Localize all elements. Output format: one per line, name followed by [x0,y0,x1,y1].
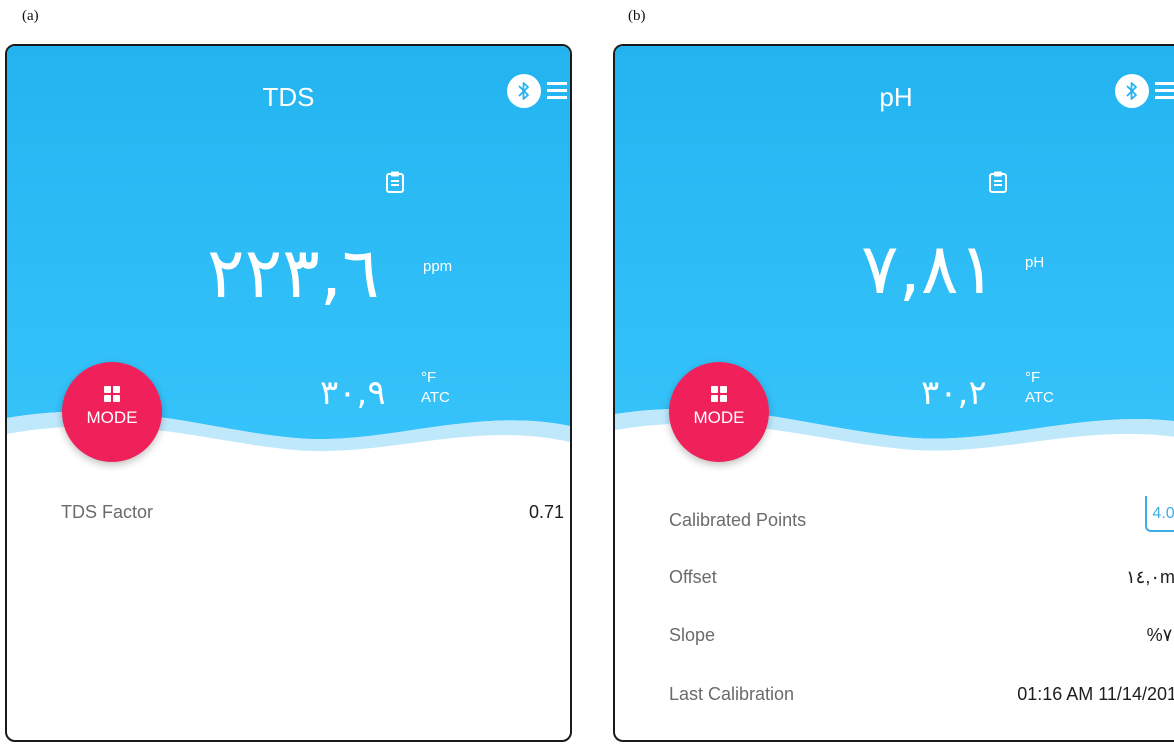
menu-icon[interactable] [547,82,567,100]
row-label: TDS Factor [61,502,154,522]
mode-button-label: MODE [693,408,745,427]
temperature-unit: °F [421,369,437,386]
reading-unit: pH [1025,254,1045,271]
grid-icon [711,386,727,402]
temperature-unit: °F [1025,369,1041,386]
row-value: 0.71 [528,502,564,522]
bluetooth-icon [1126,82,1137,100]
subfigure-label-a: (a) [22,8,39,24]
row-value: %٧,٠ [1146,625,1174,645]
menu-icon[interactable] [1155,82,1174,100]
info-row-tds-factor: TDS Factor 0.71 [61,502,570,532]
clipboard-icon[interactable] [385,170,405,194]
bluetooth-icon [518,82,529,100]
row-value: 01:16 AM 11/14/2018 [1017,684,1174,704]
info-row-calibrated-points: Calibrated Points 4.00 [669,496,1174,540]
temperature-reading: ٣٠,٩ [320,373,386,413]
atc-label: ATC [1025,389,1054,407]
reading-header: TDS ٢٢٣,٦ ppm ٣٠,٩ °F ATC MODE [7,46,570,486]
info-row-offset: Offset ١٤,٠mV [669,567,1174,597]
main-reading: ٧,٨١ [861,228,997,310]
tds-screen: TDS ٢٢٣,٦ ppm ٣٠,٩ °F ATC MODE TDS Facto… [5,44,572,742]
info-row-slope: Slope %٧,٠ [669,625,1174,655]
bluetooth-button[interactable] [1115,74,1149,108]
grid-icon [104,386,120,402]
row-label: Slope [669,625,716,645]
row-value: ١٤,٠mV [1125,567,1174,587]
temperature-reading: ٣٠,٢ [921,373,987,413]
bluetooth-button[interactable] [507,74,541,108]
row-label: Calibrated Points [669,510,807,530]
temperature-unit-block: °F ATC [1025,368,1054,409]
mode-button[interactable]: MODE [669,362,769,462]
screen-title: pH [879,82,913,112]
atc-label: ATC [421,389,450,407]
row-label: Last Calibration [669,684,795,704]
calibrated-point-badge[interactable]: 4.00 [1145,496,1174,532]
row-label: Offset [669,567,717,587]
ph-screen: pH ٧,٨١ pH ٣٠,٢ °F ATC MODE Calibrated P… [613,44,1174,742]
screen-title: TDS [262,82,315,112]
mode-button-label: MODE [86,408,138,427]
reading-header: pH ٧,٨١ pH ٣٠,٢ °F ATC MODE [615,46,1174,486]
subfigure-label-b: (b) [628,8,646,24]
reading-unit: ppm [423,258,453,275]
info-row-last-calibration: Last Calibration 01:16 AM 11/14/2018 [669,684,1174,714]
mode-button[interactable]: MODE [62,362,162,462]
clipboard-icon[interactable] [988,170,1008,194]
main-reading: ٢٢٣,٦ [207,232,380,314]
temperature-unit-block: °F ATC [421,368,450,409]
